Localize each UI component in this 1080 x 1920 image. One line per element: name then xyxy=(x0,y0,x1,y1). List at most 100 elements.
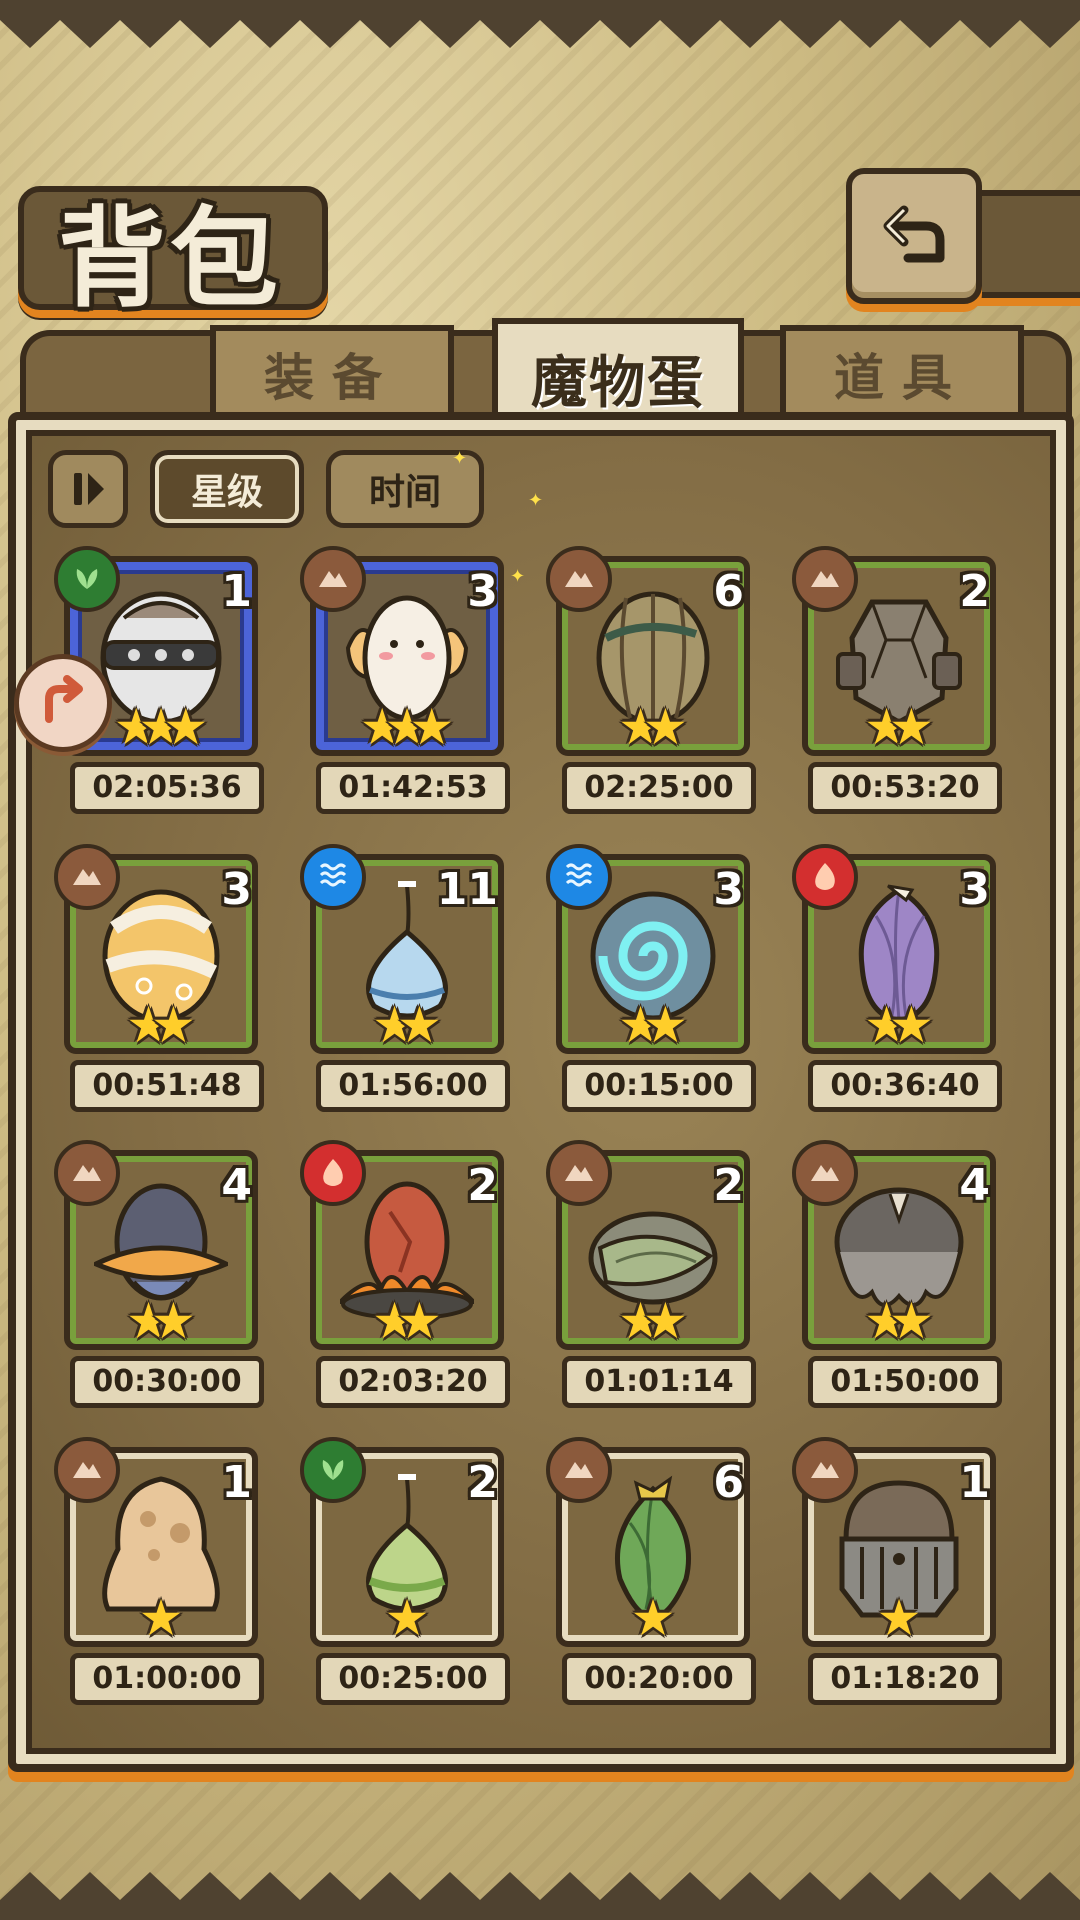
tab-equipment[interactable]: 装备 xyxy=(210,325,454,423)
egg-card[interactable]: 2 ★★ 02:03:20 xyxy=(300,1140,514,1408)
star-rating: ★ xyxy=(546,1593,760,1643)
egg-count: 2 xyxy=(467,1160,498,1211)
star-icon: ★ xyxy=(397,996,442,1054)
star-icon: ★ xyxy=(151,1292,196,1350)
star-rating: ★★ xyxy=(546,1296,760,1346)
star-icon: ★ xyxy=(397,1292,442,1350)
hatch-timer: 01:00:00 xyxy=(70,1653,264,1705)
star-icon: ★ xyxy=(163,698,209,756)
earth-element-icon xyxy=(792,546,858,612)
egg-count: 1 xyxy=(221,1457,252,1508)
egg-count: 2 xyxy=(713,1160,744,1211)
egg-card[interactable]: 6 ★ 00:20:00 xyxy=(546,1437,760,1705)
hatch-timer: 00:20:00 xyxy=(562,1653,756,1705)
hatch-timer: 00:30:00 xyxy=(70,1356,264,1408)
water-element-icon xyxy=(546,844,612,910)
star-icon: ★ xyxy=(138,1589,184,1647)
star-rating: ★★ xyxy=(300,1000,514,1050)
nature-element-icon xyxy=(300,1437,366,1503)
egg-card[interactable]: 6 ★★ 02:25:00 xyxy=(546,546,760,814)
egg-count: 4 xyxy=(221,1160,252,1211)
egg-count: 3 xyxy=(713,864,744,915)
egg-card[interactable]: 2 ★ 00:25:00 xyxy=(300,1437,514,1705)
star-icon: ★ xyxy=(889,1292,934,1350)
egg-count: 6 xyxy=(713,1457,744,1508)
egg-count: 4 xyxy=(959,1160,990,1211)
sort-order-button[interactable] xyxy=(48,450,128,528)
star-rating: ★★ xyxy=(54,1000,268,1050)
earth-element-icon xyxy=(54,1437,120,1503)
star-icon: ★ xyxy=(889,996,934,1054)
bottom-zigzag-border xyxy=(0,1872,1080,1920)
star-rating: ★★★ xyxy=(300,702,514,752)
star-icon: ★ xyxy=(409,698,455,756)
page-title: 背包 xyxy=(58,196,283,322)
star-rating: ★ xyxy=(300,1593,514,1643)
sparkle: ✦ xyxy=(528,490,544,511)
egg-count: 2 xyxy=(959,566,990,617)
egg-card[interactable]: 3 ★★★ 01:42:53 xyxy=(300,546,514,814)
nature-element-icon xyxy=(54,546,120,612)
star-rating: ★★ xyxy=(792,1296,1006,1346)
hatch-timer: 01:50:00 xyxy=(808,1356,1002,1408)
star-icon: ★ xyxy=(384,1589,430,1647)
star-icon: ★ xyxy=(630,1589,676,1647)
egg-card[interactable]: 2 ★★ 00:53:20 xyxy=(792,546,1006,814)
hatch-timer: 00:51:48 xyxy=(70,1060,264,1112)
fire-element-icon xyxy=(792,844,858,910)
sparkle: ✦ xyxy=(452,448,468,469)
egg-card[interactable]: 3 ★★ 00:51:48 xyxy=(54,844,268,1112)
star-icon: ★ xyxy=(643,996,688,1054)
egg-card[interactable]: 1 ★ 01:00:00 xyxy=(54,1437,268,1705)
star-icon: ★ xyxy=(876,1589,922,1647)
egg-card[interactable]: 1 ★ 01:18:20 xyxy=(792,1437,1006,1705)
back-button[interactable] xyxy=(846,168,982,304)
egg-count: 6 xyxy=(713,566,744,617)
star-rating: ★★ xyxy=(546,702,760,752)
hatch-timer: 00:53:20 xyxy=(808,762,1002,814)
egg-card[interactable]: 3 ★★ 00:36:40 xyxy=(792,844,1006,1112)
earth-element-icon xyxy=(54,844,120,910)
hatch-timer: 01:18:20 xyxy=(808,1653,1002,1705)
star-rating: ★★ xyxy=(54,1296,268,1346)
egg-card[interactable]: 2 ★★ 01:01:14 xyxy=(546,1140,760,1408)
egg-card[interactable]: 4 ★★ 00:30:00 xyxy=(54,1140,268,1408)
hatch-timer: 02:25:00 xyxy=(562,762,756,814)
egg-count: 1 xyxy=(221,566,252,617)
star-rating: ★★ xyxy=(546,1000,760,1050)
hatch-timer: 01:01:14 xyxy=(562,1356,756,1408)
egg-count: 3 xyxy=(467,566,498,617)
egg-count: 3 xyxy=(221,864,252,915)
egg-count: 3 xyxy=(959,864,990,915)
hatch-timer: 00:25:00 xyxy=(316,1653,510,1705)
hatch-timer: 00:15:00 xyxy=(562,1060,756,1112)
star-rating: ★ xyxy=(54,1593,268,1643)
star-rating: ★★ xyxy=(300,1296,514,1346)
earth-element-icon xyxy=(792,1140,858,1206)
hatch-timer: 01:56:00 xyxy=(316,1060,510,1112)
star-icon: ★ xyxy=(889,698,934,756)
star-rating: ★ xyxy=(792,1593,1006,1643)
egg-count: 1 xyxy=(959,1457,990,1508)
star-rating: ★★ xyxy=(792,702,1006,752)
share-button[interactable] xyxy=(14,654,112,752)
star-icon: ★ xyxy=(151,996,196,1054)
earth-element-icon xyxy=(546,1437,612,1503)
earth-element-icon xyxy=(792,1437,858,1503)
egg-count: 2 xyxy=(467,1457,498,1508)
egg-card[interactable]: 11 ★★ 01:56:00 xyxy=(300,844,514,1112)
earth-element-icon xyxy=(54,1140,120,1206)
tab-items[interactable]: 道具 xyxy=(780,325,1024,423)
sort-by-stars-button[interactable]: 星级 xyxy=(150,450,304,528)
egg-card[interactable]: 4 ★★ 01:50:00 xyxy=(792,1140,1006,1408)
share-icon xyxy=(45,675,83,723)
fire-element-icon xyxy=(300,1140,366,1206)
top-zigzag-border xyxy=(0,0,1080,48)
water-element-icon xyxy=(300,844,366,910)
star-rating: ★★ xyxy=(792,1000,1006,1050)
egg-count: 11 xyxy=(436,864,498,915)
hatch-timer: 02:03:20 xyxy=(316,1356,510,1408)
hatch-timer: 02:05:36 xyxy=(70,762,264,814)
hatch-timer: 01:42:53 xyxy=(316,762,510,814)
egg-card[interactable]: 3 ★★ 00:15:00 xyxy=(546,844,760,1112)
